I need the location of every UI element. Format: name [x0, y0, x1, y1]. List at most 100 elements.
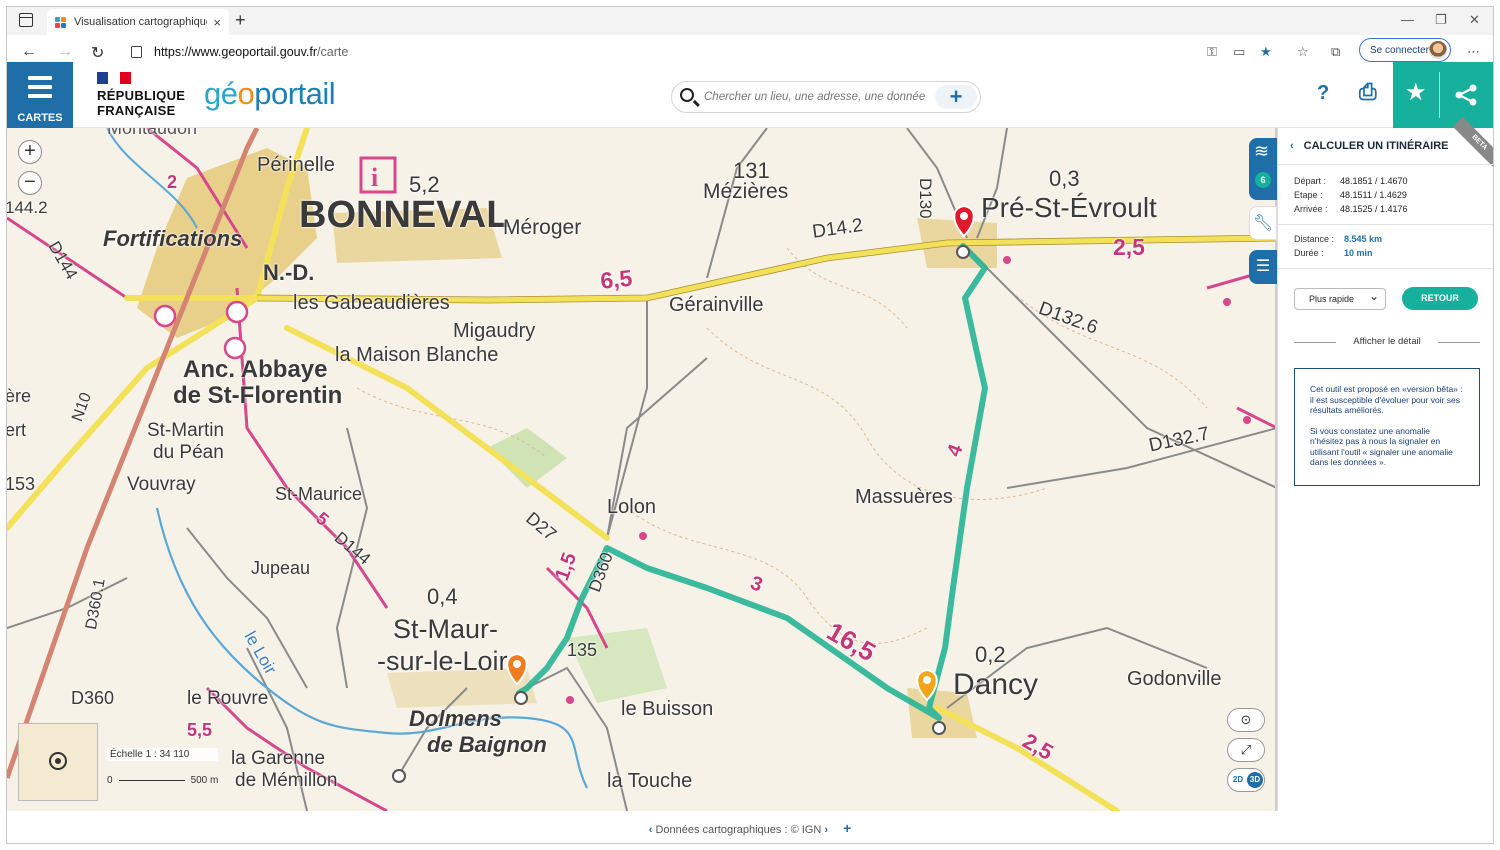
attribution-plus-button[interactable]: +: [843, 820, 851, 836]
overview-minimap[interactable]: [18, 723, 98, 801]
svg-text:i: i: [371, 163, 378, 192]
cartes-menu-button[interactable]: CARTES: [7, 62, 73, 128]
geoportail-header: CARTES RÉPUBLIQUE FRANÇAISE géoportail C…: [7, 62, 1493, 128]
search-input[interactable]: Chercher un lieu, une adresse, une donné…: [671, 81, 981, 113]
tools-tab[interactable]: 🔧︎: [1249, 206, 1277, 240]
map-label: la Touche: [607, 770, 693, 792]
distance-key: Distance :: [1294, 234, 1335, 244]
map-label: 153: [7, 474, 36, 494]
map-label: Vouvray: [127, 474, 196, 495]
map-label: Anc. Abbaye: [183, 356, 328, 383]
map-label: Pré-St-Évroult: [981, 192, 1157, 223]
map-label: 0,4: [427, 584, 458, 609]
duree-value: 10 min: [1344, 248, 1373, 258]
geoportail-favicon-icon: [55, 16, 66, 28]
map-label: St-Maurice: [275, 484, 363, 504]
map-label: BONNEVAL: [299, 194, 510, 236]
map-label: Méroger: [503, 216, 582, 239]
itinerary-panel: BETA ‹ CALCULER UN ITINÉRAIRE Départ :48.…: [1277, 116, 1493, 811]
collections-icon[interactable]: ⧉: [1331, 44, 1340, 60]
zoom-in-button[interactable]: +: [18, 140, 42, 164]
url-field[interactable]: https://www.geoportail.gouv.fr/carte: [121, 40, 1263, 64]
map-label: 5,2: [409, 172, 440, 197]
map-label: Gérainville: [669, 294, 764, 316]
search-placeholder: Chercher un lieu, une adresse, une donné…: [704, 91, 926, 103]
geoportail-logo[interactable]: géoportail: [204, 76, 336, 112]
avatar: [1429, 41, 1447, 59]
logo-part2: o: [237, 76, 255, 111]
arrivee-key: Arrivée :: [1294, 204, 1328, 214]
browser-tab[interactable]: Visualisation cartographique - G ×: [47, 9, 229, 35]
scale-bar: [118, 780, 185, 781]
help-button[interactable]: ?: [1317, 82, 1329, 105]
notice-text-2: Si vous constatez une anomalie n'hésitez…: [1310, 425, 1453, 468]
minimize-button[interactable]: —: [1401, 12, 1414, 27]
lock-icon[interactable]: [131, 46, 142, 58]
3d-button[interactable]: 3D: [1247, 772, 1263, 788]
map-label: Mézières: [703, 180, 789, 203]
map-label: ert: [7, 420, 27, 440]
more-menu-icon[interactable]: ⋯: [1467, 44, 1480, 60]
panel-title-text: CALCULER UN ITINÉRAIRE: [1303, 140, 1449, 152]
forward-button[interactable]: →: [57, 43, 73, 61]
map-label: 0,2: [975, 642, 1006, 667]
sign-in-button[interactable]: Se connecter: [1359, 38, 1451, 62]
show-detail-link[interactable]: Afficher le détail: [1294, 336, 1480, 347]
french-flag-icon: [97, 72, 131, 84]
reader-view-icon[interactable]: ▭: [1233, 44, 1245, 60]
legend-tab[interactable]: ☰: [1249, 250, 1277, 284]
map-label: Dancy: [953, 668, 1039, 701]
duree-key: Durée :: [1294, 248, 1324, 258]
map-label: Massuères: [855, 486, 953, 508]
map-label: le Rouvre: [187, 688, 269, 709]
scale-zero: 0: [107, 775, 113, 786]
fullscreen-button[interactable]: ⤢: [1227, 738, 1265, 762]
map-canvas[interactable]: i Montaudon Périnelle BONNEVAL 5,2 131 Mézièr…: [7, 128, 1277, 811]
map-attribution: ‹ Données cartographiques : © IGN › +: [7, 813, 1493, 843]
map-label: de Baignon: [427, 732, 547, 757]
chevron-left-icon[interactable]: ‹: [1290, 140, 1294, 152]
browser-window: Visualisation cartographique - G × + — ❐…: [6, 6, 1494, 844]
arrivee-row: Arrivée : 48.1525 / 1.4176: [1294, 204, 1408, 214]
favorite-star-icon[interactable]: ★: [1260, 44, 1272, 60]
2d-3d-toggle[interactable]: 2D 3D: [1227, 768, 1265, 792]
back-button[interactable]: ←: [21, 43, 37, 61]
locate-target-icon: [49, 752, 67, 770]
reload-button[interactable]: ↻: [91, 43, 104, 63]
logo-part1: gé: [204, 76, 238, 111]
tab-bar: Visualisation cartographique - G × + — ❐…: [7, 7, 1493, 35]
key-icon[interactable]: ⚿: [1207, 44, 1217, 60]
new-tab-button[interactable]: +: [235, 10, 246, 31]
panel-title: ‹ CALCULER UN ITINÉRAIRE: [1290, 140, 1449, 152]
attribution-prev-icon[interactable]: ‹: [649, 824, 653, 836]
2d-button[interactable]: 2D: [1230, 772, 1246, 788]
map-label: 2,5: [1113, 234, 1145, 260]
retour-button[interactable]: RETOUR: [1402, 287, 1478, 310]
close-window-button[interactable]: ✕: [1469, 12, 1480, 28]
attribution-next-icon[interactable]: ›: [824, 824, 828, 836]
favorites-list-icon[interactable]: ☆: [1297, 44, 1309, 60]
map-label: la Maison Blanche: [335, 344, 499, 366]
geolocate-button[interactable]: ⊙: [1227, 708, 1265, 732]
tab-close-icon[interactable]: ×: [213, 15, 221, 30]
zoom-out-button[interactable]: −: [18, 171, 42, 195]
map-label: 144.2: [7, 198, 48, 217]
arrivee-value: 48.1525 / 1.4176: [1340, 204, 1408, 214]
republique-francaise-logo: RÉPUBLIQUE FRANÇAISE: [97, 72, 185, 118]
search-icon[interactable]: [680, 88, 694, 102]
map-label: Fortifications: [103, 226, 243, 251]
tab-actions-icon[interactable]: [19, 13, 33, 27]
map-label: Périnelle: [257, 154, 335, 176]
advanced-search-button[interactable]: +: [935, 85, 977, 109]
beta-notice: Cet outil est proposé en «version bêta» …: [1294, 368, 1480, 486]
map-label: les Gabeaudières: [293, 292, 450, 314]
maximize-button[interactable]: ❐: [1435, 12, 1447, 28]
sign-in-label: Se connecter: [1370, 44, 1429, 56]
route-mode-select[interactable]: Plus rapide: [1294, 286, 1386, 310]
map-label: St-Maur-: [393, 614, 499, 644]
layers-tab[interactable]: ≋ 6: [1249, 138, 1277, 200]
map-label: Jupeau: [251, 558, 311, 578]
share-icon[interactable]: [1455, 84, 1479, 106]
star-icon[interactable]: ★: [1405, 78, 1427, 107]
print-icon[interactable]: ⎙: [1359, 79, 1377, 105]
